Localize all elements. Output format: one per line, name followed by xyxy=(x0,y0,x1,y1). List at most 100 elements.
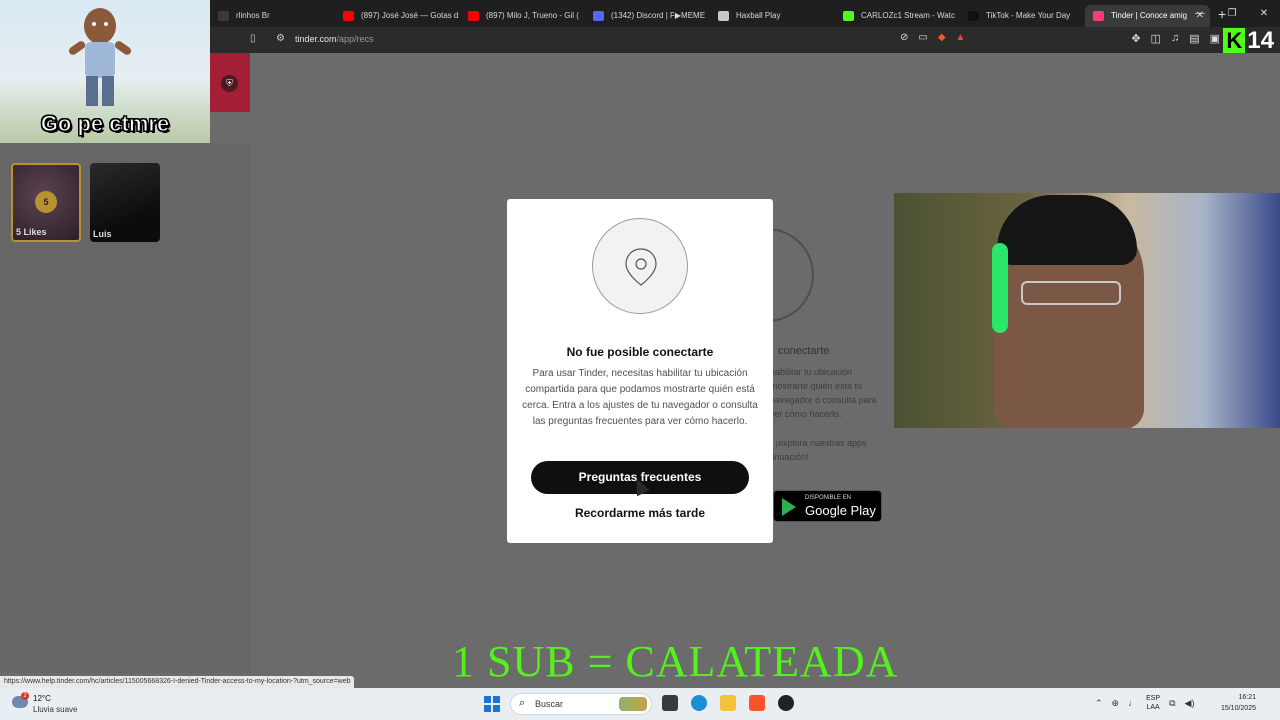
brave-icon[interactable] xyxy=(749,695,765,711)
music-icon[interactable]: ♫ xyxy=(1171,32,1179,45)
tab-label: (897) José José — Gotas d xyxy=(361,10,459,20)
address-icons: ⊘ ▭ ◆ ▲ xyxy=(900,32,965,43)
search-icon: ⌕ xyxy=(519,697,526,709)
tab-label: Haxball Play xyxy=(736,10,781,20)
tinder-profile-header[interactable]: ⛨ xyxy=(210,53,250,112)
tab-label: (897) Milo J, Trueno - Gil ( xyxy=(486,10,579,20)
weather-temp: 12°C xyxy=(33,694,51,703)
status-bar-url: https://www.help.tinder.com/hc/articles/… xyxy=(0,676,355,688)
browser-tab[interactable]: TikTok - Make Your Day xyxy=(960,5,1085,27)
sidebar-icon[interactable]: ▤ xyxy=(1189,32,1199,45)
background-modal-text-2: , ¡explora nuestras apps tinuación! xyxy=(770,438,867,462)
remind-later-button[interactable]: Recordarme más tarde xyxy=(531,501,749,525)
likes-card-label: 5 Likes xyxy=(16,227,47,237)
tab-strip: rlinhos Br (897) José José — Gotas d (897)… xyxy=(210,1,1210,27)
weather-condition: Lluvia suave xyxy=(33,705,78,714)
modal-body: Para usar Tinder, necesitas habilitar tu… xyxy=(522,368,758,427)
bookmark-icon[interactable]: ▯ xyxy=(250,33,256,44)
google-play-badge[interactable]: DISPONIBLE EN Google Play xyxy=(773,490,882,522)
meme-character-image xyxy=(68,8,132,106)
shield-icon[interactable]: ⛨ xyxy=(221,75,238,92)
wallet-icon[interactable]: ▣ xyxy=(1210,32,1220,45)
browser-tab[interactable]: rlinhos Br xyxy=(210,5,335,27)
cast-icon[interactable]: ▭ xyxy=(918,32,927,43)
location-pin-icon xyxy=(625,248,657,286)
location-pin-circle xyxy=(592,218,688,314)
url-field[interactable]: tinder.com/app/recs xyxy=(295,34,374,44)
search-highlight-image xyxy=(619,697,647,711)
weather-badge: 2 xyxy=(21,692,29,700)
tab-label: rlinhos Br xyxy=(236,10,270,20)
obs-icon[interactable] xyxy=(778,695,794,711)
minimize-button[interactable]: — xyxy=(1184,0,1216,27)
tab-label: TikTok - Make Your Day xyxy=(986,10,1071,20)
meme-overlay: Go pe ctmre xyxy=(0,0,210,143)
meme-caption: Go pe ctmre xyxy=(40,111,170,137)
streamer-hair-image xyxy=(997,195,1137,265)
site-info-icon[interactable]: ⚙ xyxy=(276,33,285,44)
screenshot-icon[interactable]: ◫ xyxy=(1151,32,1161,45)
taskbar-apps xyxy=(662,695,794,711)
microphone-icon[interactable]: ♩ xyxy=(1128,698,1137,708)
browser-tab[interactable]: CARLOZc1 Stream - Watc xyxy=(835,5,960,27)
task-view-icon[interactable] xyxy=(662,695,678,711)
tab-favicon-icon xyxy=(843,10,854,21)
edge-icon[interactable] xyxy=(691,695,707,711)
tab-favicon-icon xyxy=(968,10,979,21)
browser-tab[interactable]: Haxball Play xyxy=(710,5,835,27)
tab-favicon-icon xyxy=(593,10,604,21)
tab-label: Tinder | Conoce amig xyxy=(1111,10,1188,20)
match-card[interactable]: Luis xyxy=(90,163,160,242)
toolbar-icons: ✥ ◫ ♫ ▤ ▣ xyxy=(1131,32,1220,45)
headset-image xyxy=(992,243,1008,333)
extensions-icon[interactable]: ✥ xyxy=(1131,32,1140,45)
google-play-small-text: DISPONIBLE EN xyxy=(805,495,852,501)
start-button[interactable] xyxy=(484,696,500,712)
match-card-name: Luis xyxy=(93,229,112,239)
tab-label: (1342) Discord | F▶MEME xyxy=(611,10,706,20)
taskbar-search[interactable]: ⌕ Buscar xyxy=(510,693,652,715)
brave-rewards-icon[interactable]: ▲ xyxy=(956,32,966,43)
streamer-webcam xyxy=(894,193,1280,428)
background-modal-text: habilitar tu ubicación mostrarte quién e… xyxy=(770,367,877,419)
kick-viewer-badge: K 14 xyxy=(1223,27,1274,55)
tab-favicon-icon xyxy=(218,10,229,21)
google-play-icon xyxy=(782,498,796,516)
brave-shield-icon[interactable]: ◆ xyxy=(938,32,946,43)
file-explorer-icon[interactable] xyxy=(720,695,736,711)
window-controls: — ❐ ✕ xyxy=(1184,0,1280,27)
language-indicator[interactable]: ESP LAA xyxy=(1146,694,1160,712)
url-host: tinder.com xyxy=(295,34,337,44)
close-window-button[interactable]: ✕ xyxy=(1248,0,1280,27)
tab-favicon-icon xyxy=(343,10,354,21)
taskbar-clock[interactable]: 16:21 15/10/2025 xyxy=(1221,692,1256,714)
background-modal-title: conectarte xyxy=(778,345,830,357)
volume-icon[interactable]: ◀) xyxy=(1185,698,1195,709)
url-path: /app/recs xyxy=(336,34,374,44)
google-play-text: Google Play xyxy=(805,503,876,518)
language-bottom: LAA xyxy=(1146,704,1160,711)
tab-favicon-icon xyxy=(1093,10,1104,21)
maximize-button[interactable]: ❐ xyxy=(1216,0,1248,27)
language-top: ESP xyxy=(1146,695,1161,702)
tray-chevron-icon[interactable]: ⌃ xyxy=(1095,698,1103,709)
network-icon[interactable]: ⧉ xyxy=(1169,698,1175,709)
browser-tab[interactable]: (1342) Discord | F▶MEME xyxy=(585,5,710,27)
browser-tab[interactable]: (897) José José — Gotas d xyxy=(335,5,460,27)
windows-taskbar: 2 12°C Lluvia suave ⌕ Buscar ⌃ ⊕ ♩ ESP L… xyxy=(0,688,1280,720)
kick-logo: K xyxy=(1223,28,1246,54)
tinder-sidebar: 5 5 Likes Luis xyxy=(0,143,250,673)
tab-favicon-icon xyxy=(468,10,479,21)
likes-card[interactable]: 5 5 Likes xyxy=(11,163,81,242)
tab-favicon-icon xyxy=(718,10,729,21)
viewer-count: 14 xyxy=(1247,27,1274,54)
browser-tab[interactable]: (897) Milo J, Trueno - Gil ( xyxy=(460,5,585,27)
location-blocked-icon[interactable]: ⊘ xyxy=(900,32,908,43)
system-tray: ⌃ ⊕ ♩ ESP LAA ⧉ ◀) xyxy=(1095,694,1194,712)
tray-app-icon[interactable]: ⊕ xyxy=(1112,698,1120,709)
clock-time: 16:21 xyxy=(1238,694,1256,701)
sub-caption: 1 SUB = CALATEADA xyxy=(452,637,899,686)
tab-label: CARLOZc1 Stream - Watc xyxy=(861,10,955,20)
search-placeholder: Buscar xyxy=(535,699,564,709)
clock-date: 15/10/2025 xyxy=(1220,705,1256,712)
